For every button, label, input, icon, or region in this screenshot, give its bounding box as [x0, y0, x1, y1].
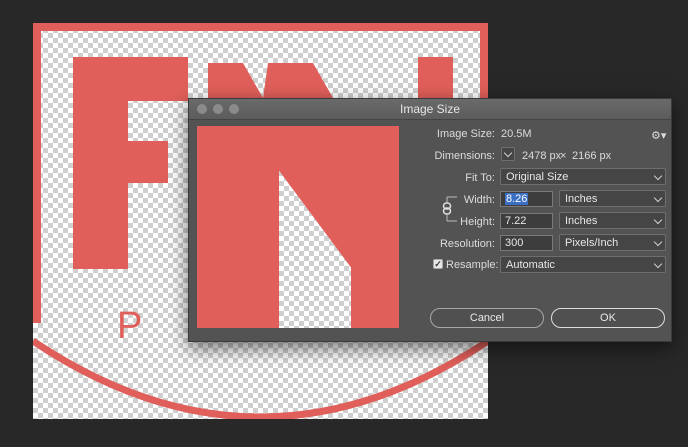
height-label: Height: [460, 216, 495, 228]
image-size-value: 20.5M [501, 128, 532, 140]
fit-to-label: Fit To: [465, 172, 495, 184]
resolution-value: 300 [505, 237, 524, 249]
dimensions-times: × [560, 150, 567, 162]
image-preview[interactable] [197, 126, 399, 328]
width-unit-value: Inches [565, 193, 598, 205]
resolution-unit-select[interactable]: Pixels/Inch [559, 234, 666, 251]
chevron-down-icon [653, 215, 663, 225]
fit-to-select[interactable]: Original Size [500, 168, 666, 185]
chevron-down-icon [653, 193, 663, 203]
dimensions-height: 2166 px [572, 150, 612, 162]
image-size-label: Image Size: [436, 128, 495, 140]
chevron-down-icon [653, 171, 663, 181]
dialog-titlebar[interactable]: Image Size [189, 99, 671, 120]
resample-select[interactable]: Automatic [500, 256, 666, 273]
height-unit-value: Inches [565, 215, 598, 227]
ok-button[interactable]: OK [551, 308, 665, 328]
dialog-title: Image Size [399, 102, 461, 116]
chevron-down-icon [653, 259, 663, 269]
resample-label: Resample: [446, 259, 499, 271]
width-value: 8.26 [505, 193, 529, 205]
image-size-dialog: Image Size Image Size: 20.5M ⚙▾ Dimensio… [188, 98, 672, 342]
dimensions-label: Dimensions: [434, 150, 495, 162]
fit-to-value: Original Size [506, 171, 569, 183]
gear-icon[interactable]: ⚙▾ [651, 129, 666, 142]
width-label: Width: [463, 194, 495, 206]
resolution-unit-value: Pixels/Inch [565, 237, 619, 249]
resolution-label: Resolution: [439, 238, 495, 250]
preview-red-bar [351, 126, 399, 328]
height-unit-select[interactable]: Inches [559, 212, 666, 229]
cancel-button[interactable]: Cancel [430, 308, 544, 328]
dimensions-width: 2478 px [522, 150, 562, 162]
height-input[interactable]: 7.22 [500, 213, 553, 229]
resample-checkbox[interactable]: ✓ [433, 259, 443, 269]
height-value: 7.22 [505, 215, 527, 227]
dimensions-unit-dropdown[interactable] [501, 147, 515, 161]
width-unit-select[interactable]: Inches [559, 190, 666, 207]
chevron-down-icon [653, 237, 663, 247]
resample-value: Automatic [506, 259, 555, 271]
resolution-input[interactable]: 300 [500, 235, 553, 251]
width-input[interactable]: 8.26 [500, 191, 553, 207]
chevron-down-icon [503, 148, 513, 158]
